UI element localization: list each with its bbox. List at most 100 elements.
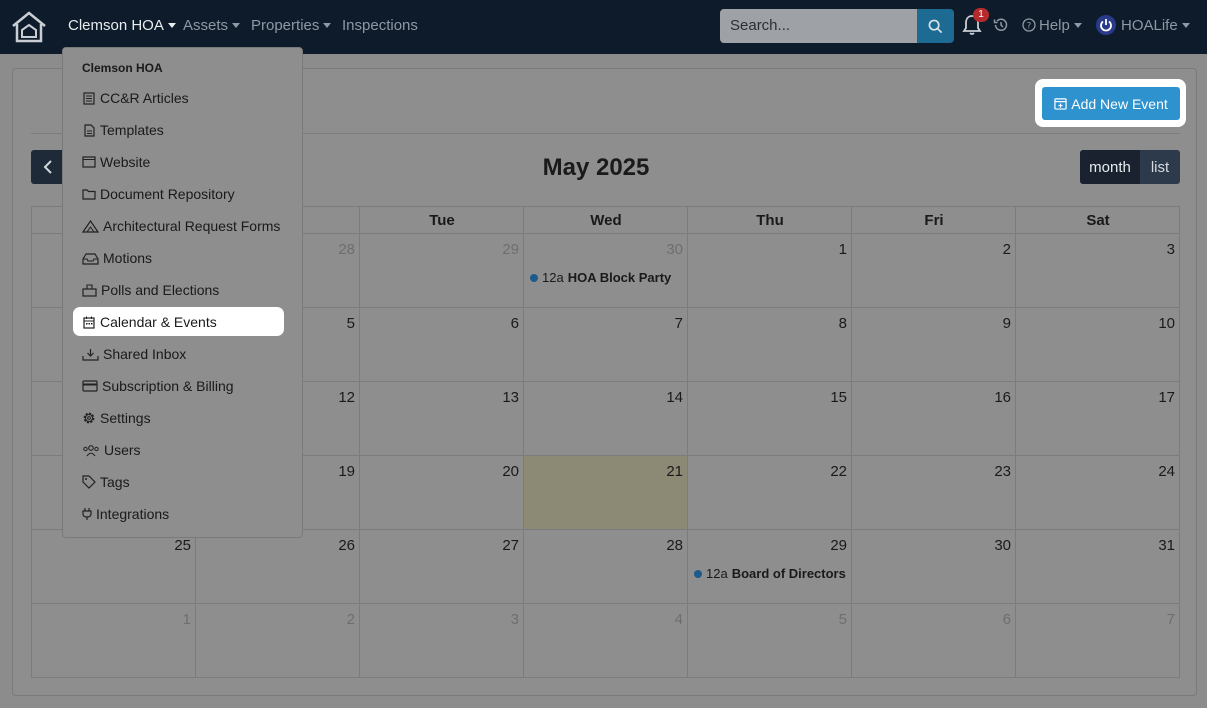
day-number[interactable]: 28 [325,241,355,258]
day-number[interactable]: 31 [1145,537,1175,554]
day-number[interactable]: 4 [653,611,683,628]
hoa-house-logo-icon[interactable] [10,10,48,44]
day-number[interactable]: 29 [817,537,847,554]
month-view-button[interactable]: month [1080,150,1140,184]
weekday-header-tue: Tue [429,212,455,229]
nav-help-dropdown[interactable]: Help [1039,17,1082,34]
day-number[interactable]: 2 [981,241,1011,258]
calendar-event[interactable]: 12a Board of Directors M [694,566,850,581]
dropdown-item-subscription-billing[interactable]: Subscription & Billing [82,373,234,399]
day-number[interactable]: 2 [325,611,355,628]
search-icon [928,19,943,33]
user-avatar[interactable] [1096,15,1116,35]
download-icon [82,347,99,361]
day-number[interactable]: 7 [653,315,683,332]
dropdown-item-motions[interactable]: Motions [82,245,152,271]
day-number[interactable]: 13 [489,389,519,406]
day-number[interactable]: 12 [325,389,355,406]
day-number[interactable]: 30 [653,241,683,258]
dropdown-item-integrations[interactable]: Integrations [82,501,169,527]
tag-icon [82,475,96,489]
day-number[interactable]: 16 [981,389,1011,406]
nav-org-dropdown[interactable]: Clemson HOA [68,17,176,34]
search-input[interactable]: Search... [720,9,918,43]
folder-icon [82,187,96,201]
dropdown-item-polls-and-elections[interactable]: Polls and Elections [82,277,219,303]
search-placeholder: Search... [730,17,791,34]
notification-badge: 1 [973,8,989,22]
event-time: 12a [542,270,564,285]
day-number-today[interactable]: 21 [653,463,683,480]
day-number[interactable]: 8 [817,315,847,332]
day-number[interactable]: 17 [1145,389,1175,406]
day-number[interactable]: 28 [653,537,683,554]
dropdown-item-label: CC&R Articles [100,90,189,106]
nav-user-label: HOALife [1121,17,1178,34]
day-number[interactable]: 20 [489,463,519,480]
nav-user-dropdown[interactable]: HOALife [1121,17,1190,34]
day-number[interactable]: 15 [817,389,847,406]
nav-assets[interactable]: Assets [183,17,241,34]
credit-card-icon [82,379,98,393]
day-number[interactable]: 25 [161,537,191,554]
dropdown-item-label: Settings [100,410,151,426]
calendar-event[interactable]: 12a HOA Block Party [530,270,685,285]
day-number[interactable]: 3 [1145,241,1175,258]
day-number[interactable]: 30 [981,537,1011,554]
day-number[interactable]: 7 [1145,611,1175,628]
inbox-icon [82,251,99,265]
dropdown-item-label: Polls and Elections [101,282,220,298]
day-number[interactable]: 26 [325,537,355,554]
svg-text:?: ? [1027,22,1032,32]
day-number[interactable]: 10 [1145,315,1175,332]
day-number[interactable]: 6 [489,315,519,332]
day-number[interactable]: 9 [981,315,1011,332]
caret-down-icon [167,22,176,28]
list-view-button[interactable]: list [1140,150,1180,184]
dropdown-item-templates[interactable]: Templates [82,117,164,143]
weekday-header-wed: Wed [590,212,622,229]
grid-col-line [1015,207,1016,677]
day-number[interactable]: 5 [325,315,355,332]
day-number[interactable]: 19 [325,463,355,480]
dropdown-item-label: Integrations [96,506,170,522]
dropdown-item-document-repository[interactable]: Document Repository [82,181,235,207]
grid-row-line [32,603,1179,604]
grid-col-line [523,207,524,677]
dropdown-item-shared-inbox[interactable]: Shared Inbox [82,341,186,367]
day-number[interactable]: 29 [489,241,519,258]
search-button[interactable] [917,9,954,43]
day-number[interactable]: 14 [653,389,683,406]
prev-month-button[interactable] [31,150,65,184]
grid-col-line [851,207,852,677]
dropdown-item-settings[interactable]: Settings [82,405,151,431]
history-icon[interactable] [993,17,1009,33]
chevron-left-icon [43,160,52,174]
file-icon [82,123,96,137]
day-number[interactable]: 1 [817,241,847,258]
dropdown-item-users[interactable]: Users [82,437,141,463]
dropdown-item-label: Motions [103,250,153,266]
dropdown-item-architectural-request-forms[interactable]: Architectural Request Forms [82,213,280,239]
day-number[interactable]: 1 [161,611,191,628]
day-number[interactable]: 23 [981,463,1011,480]
dropdown-item-tags[interactable]: Tags [82,469,130,495]
dropdown-item-website[interactable]: Website [82,149,150,175]
day-number[interactable]: 3 [489,611,519,628]
caret-down-icon [232,22,241,28]
dropdown-item-ccr-articles[interactable]: CC&R Articles [82,85,189,111]
add-new-event-button[interactable]: Add New Event [1042,87,1180,120]
question-circle-icon: ? [1022,18,1036,32]
day-number[interactable]: 5 [817,611,847,628]
dropdown-item-calendar-events[interactable]: Calendar & Events [82,309,217,335]
day-number[interactable]: 24 [1145,463,1175,480]
window-icon [82,155,96,169]
gear-icon [82,411,96,425]
event-time: 12a [706,566,728,581]
nav-inspections[interactable]: Inspections [342,17,418,34]
day-number[interactable]: 22 [817,463,847,480]
day-number[interactable]: 6 [981,611,1011,628]
event-title: Board of Directors M [731,566,850,581]
nav-properties[interactable]: Properties [251,17,332,34]
day-number[interactable]: 27 [489,537,519,554]
